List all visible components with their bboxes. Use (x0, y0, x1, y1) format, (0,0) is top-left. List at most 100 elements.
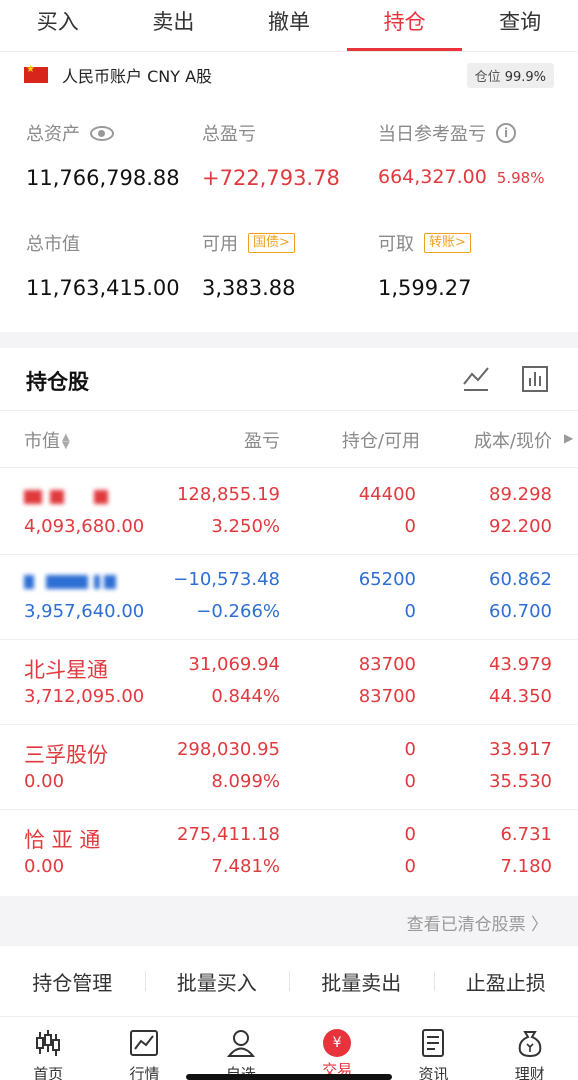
available-value: 3,383.88 (202, 276, 296, 300)
row-price: 7.180 (500, 856, 552, 877)
nav-trade[interactable]: ¥ 交易 (289, 1017, 385, 1080)
row-cost: 6.731 (500, 824, 552, 845)
row-available: 0 (404, 516, 416, 537)
total-assets-value: 11,766,798.88 (26, 166, 180, 190)
daily-pnl-percent: 5.98% (496, 169, 545, 187)
stop-profit-loss-button[interactable]: 止盈止损 (433, 967, 578, 996)
table-row[interactable]: 恰 亚 通 0.00 275,411.18 7.481% 0 0 6.731 7… (0, 810, 578, 895)
holdings-title: 持仓股 (26, 370, 89, 394)
tab-holdings[interactable]: 持仓 (346, 0, 463, 51)
nav-news[interactable]: 资讯 (385, 1017, 481, 1080)
row-holding: 83700 (358, 654, 416, 675)
row-cost: 89.298 (489, 484, 552, 505)
daily-pnl-label: 当日参考盈亏 (378, 124, 486, 145)
sort-icon: ▲ ▼ (62, 432, 70, 451)
total-pnl-label: 总盈亏 (202, 124, 256, 145)
candlestick-icon (36, 1030, 61, 1056)
row-holding: 0 (404, 824, 416, 845)
tab-buy[interactable]: 买入 (0, 0, 116, 51)
nav-wealth[interactable]: 理财 (482, 1017, 578, 1080)
row-stock-name: 北斗星通 (24, 658, 108, 682)
available-label-group: 可用 国债> (202, 230, 295, 256)
nav-wealth-label: 理财 (514, 1065, 545, 1080)
column-market-value-label: 市值 (24, 431, 60, 452)
daily-pnl-value: 664,327.00 (378, 166, 487, 188)
tab-query[interactable]: 查询 (462, 0, 578, 51)
account-summary: 人民币账户 CNY A股 仓位99.9% 总资产 11,766,798.88 总… (0, 52, 578, 332)
trend-line-icon[interactable] (462, 366, 490, 392)
scroll-right-icon[interactable]: ▶ (564, 431, 573, 445)
column-holding-available[interactable]: 持仓/可用 (342, 427, 420, 453)
row-available: 83700 (358, 686, 416, 707)
row-pnl: 31,069.94 (188, 654, 280, 675)
position-management-button[interactable]: 持仓管理 (0, 967, 145, 996)
withdrawable-value: 1,599.27 (378, 276, 472, 300)
info-icon[interactable]: i (496, 123, 516, 143)
redacted-stock-name (24, 490, 114, 504)
treasury-bond-link[interactable]: 国债> (248, 233, 295, 253)
row-pnl-percent: 7.481% (211, 856, 280, 877)
account-header: 人民币账户 CNY A股 仓位99.9% (24, 62, 554, 88)
column-market-value[interactable]: 市值 ▲ ▼ (24, 427, 70, 453)
row-pnl-percent: 3.250% (211, 516, 280, 537)
row-holding: 0 (404, 739, 416, 760)
batch-sell-button[interactable]: 批量卖出 (289, 967, 434, 996)
row-pnl: 298,030.95 (176, 739, 280, 760)
home-indicator[interactable] (186, 1074, 392, 1080)
app-screen: 买入 卖出 撤单 持仓 查询 人民币账户 CNY A股 仓位99.9% 总资产 … (0, 0, 578, 1080)
transfer-link[interactable]: 转账> (424, 233, 471, 253)
table-row[interactable]: 4,093,680.00 128,855.19 3.250% 44400 0 8… (0, 470, 578, 555)
bottom-navigation: 首页 行情 自选 ¥ 交易 资讯 理财 (0, 1016, 578, 1080)
daily-pnl-label-group: 当日参考盈亏 i (378, 120, 516, 146)
nav-watchlist[interactable]: 自选 (193, 1017, 289, 1080)
position-label: 仓位 (474, 69, 501, 85)
row-market-value: 3,957,640.00 (24, 601, 145, 622)
news-icon (422, 1029, 445, 1057)
withdrawable-label: 可取 (378, 234, 414, 255)
moneybag-icon (518, 1031, 542, 1058)
nav-home[interactable]: 首页 (0, 1017, 96, 1080)
row-holding: 65200 (358, 569, 416, 590)
nav-market[interactable]: 行情 (96, 1017, 192, 1080)
position-badge: 仓位 99.9% (466, 62, 554, 88)
table-row[interactable]: 北斗星通 3,712,095.00 31,069.94 0.844% 83700… (0, 640, 578, 725)
chart-icon (130, 1030, 159, 1056)
total-pnl-value: +722,793.78 (202, 166, 340, 190)
nav-home-label: 首页 (33, 1065, 64, 1080)
account-name: 人民币账户 CNY A股 (62, 67, 213, 86)
market-value-label: 总市值 (26, 234, 80, 255)
row-cost: 43.979 (489, 654, 552, 675)
tab-sell[interactable]: 卖出 (116, 0, 232, 51)
tab-cancel-order[interactable]: 撤单 (231, 0, 347, 51)
holdings-header: 市值 ▲ ▼ 盈亏 持仓/可用 成本/现价 ▶ (0, 410, 578, 468)
row-market-value: 0.00 (24, 856, 65, 877)
row-stock-name: 恰 亚 通 (24, 828, 101, 852)
row-market-value: 3,712,095.00 (24, 686, 145, 707)
trade-tabs: 买入 卖出 撤单 持仓 查询 (0, 0, 578, 52)
column-pnl[interactable]: 盈亏 (244, 427, 280, 453)
eye-icon[interactable] (90, 125, 114, 141)
table-row[interactable]: 三孚股份 0.00 298,030.95 8.099% 0 0 33.917 3… (0, 725, 578, 810)
row-pnl-percent: 8.099% (211, 771, 280, 792)
holdings-action-bar: 持仓管理 批量买入 批量卖出 止盈止损 (0, 946, 578, 1016)
bar-chart-icon[interactable] (522, 366, 548, 392)
row-price: 44.350 (489, 686, 552, 707)
table-row[interactable]: 3,957,640.00 −10,573.48 −0.266% 65200 0 … (0, 555, 578, 640)
view-cleared-stocks-link[interactable]: 查看已清仓股票 〉 (407, 910, 548, 935)
nav-market-label: 行情 (129, 1065, 160, 1080)
row-available: 0 (404, 856, 416, 877)
total-assets-label-group: 总资产 (26, 120, 114, 146)
row-pnl: 275,411.18 (176, 824, 280, 845)
batch-buy-button[interactable]: 批量买入 (144, 967, 290, 996)
row-pnl: 128,855.19 (176, 484, 280, 505)
row-price: 92.200 (489, 516, 552, 537)
position-value: 99.9% (504, 69, 546, 85)
yen-icon: ¥ (323, 1029, 352, 1057)
row-available: 0 (404, 601, 416, 622)
row-pnl: −10,573.48 (173, 569, 280, 590)
row-available: 0 (404, 771, 416, 792)
withdrawable-label-group: 可取 转账> (378, 230, 471, 256)
row-price: 35.530 (489, 771, 552, 792)
column-cost-price[interactable]: 成本/现价 (474, 427, 552, 453)
market-value-value: 11,763,415.00 (26, 276, 180, 300)
